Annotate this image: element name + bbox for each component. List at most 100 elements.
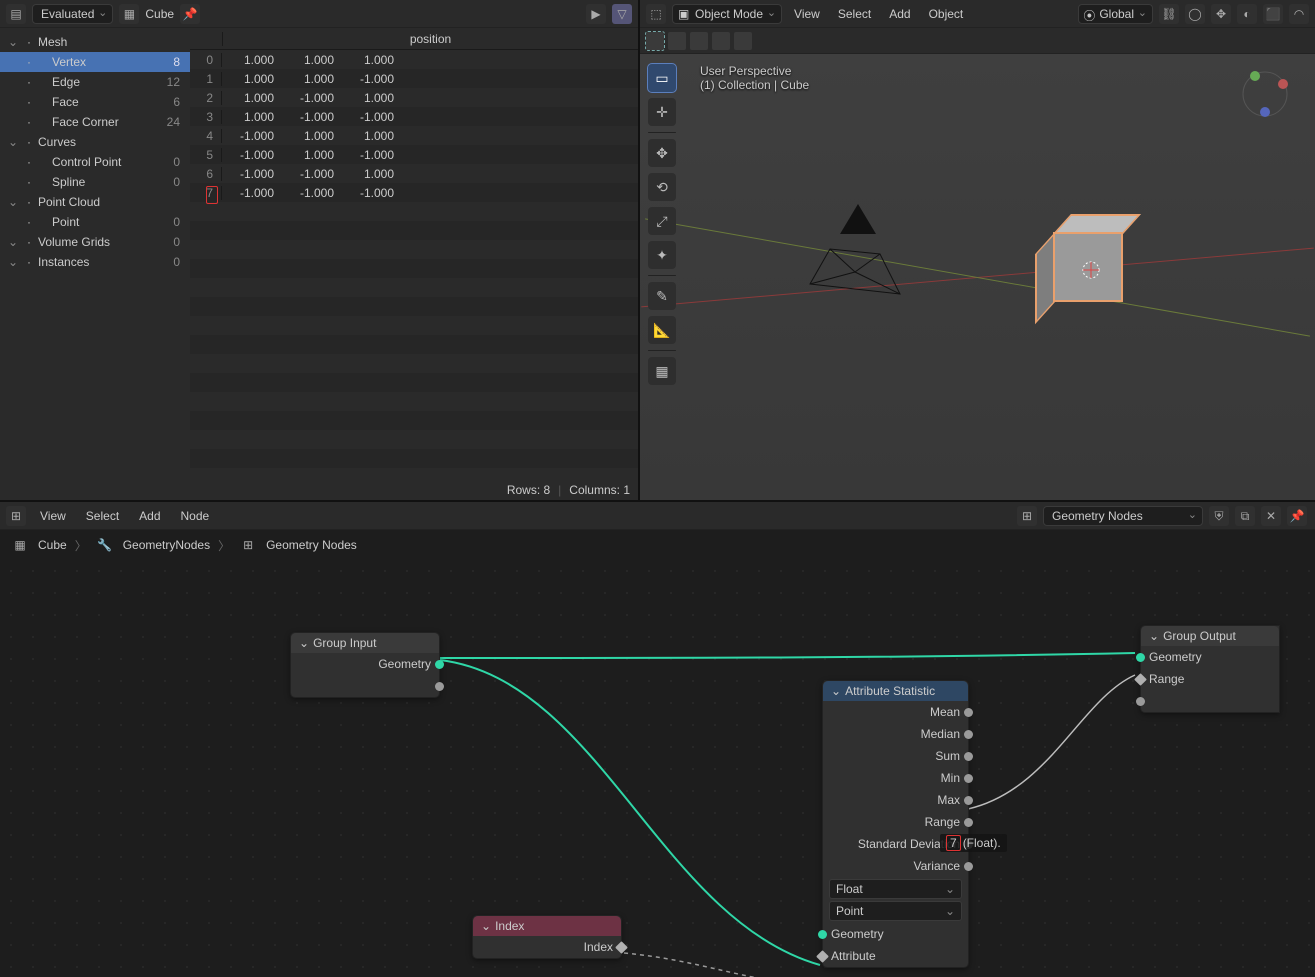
domain-instances[interactable]: ⌄·Instances0 [0,252,190,272]
tool-move[interactable]: ✥ [648,139,676,167]
menu-view[interactable]: View [788,5,826,23]
proportional-icon[interactable]: ◯ [1185,4,1205,24]
socket-row-min: Min [823,767,968,789]
ne-menu-add[interactable]: Add [133,507,166,525]
tool-rotate[interactable]: ⟲ [648,173,676,201]
node-group-output[interactable]: Group Output Geometry Range [1140,625,1280,713]
domain-spline[interactable]: ·Spline0 [0,172,190,192]
domain-mesh[interactable]: ⌄·Mesh [0,32,190,52]
play-icon[interactable]: ▶ [586,4,606,24]
node-title[interactable]: Index [473,916,621,936]
tool-select[interactable]: ▭ [648,64,676,92]
pin-icon[interactable]: 📌 [180,4,200,24]
table-row[interactable]: 01.0001.0001.000 [190,50,638,69]
xray-icon[interactable]: ⬛ [1263,4,1283,24]
socket-geometry-in[interactable] [1136,653,1145,662]
table-row[interactable]: 6-1.000-1.0001.000 [190,164,638,183]
node-title[interactable]: Group Input [291,633,439,653]
table-row[interactable]: 11.0001.000-1.000 [190,69,638,88]
ne-menu-node[interactable]: Node [175,507,216,525]
socket-variance-out[interactable] [964,862,973,871]
pin-icon[interactable]: 📌 [1287,506,1307,526]
editor-type-icon[interactable]: ⊞ [6,506,26,526]
table-row[interactable]: 21.000-1.0001.000 [190,88,638,107]
unlink-icon[interactable]: ✕ [1261,506,1281,526]
table-row[interactable]: 4-1.0001.0001.000 [190,126,638,145]
socket-row-variance: Variance [823,855,968,877]
socket-geometry-in[interactable] [818,930,827,939]
domain-control-point[interactable]: ·Control Point0 [0,152,190,172]
table-row[interactable]: 5-1.0001.000-1.000 [190,145,638,164]
editor-type-icon[interactable]: ▤ [6,4,26,24]
domain-face[interactable]: ·Face6 [0,92,190,112]
menu-select[interactable]: Select [832,5,877,23]
socket-max-out[interactable] [964,796,973,805]
node-index[interactable]: Index Index [472,915,622,959]
filter-icon[interactable]: ▽ [612,4,632,24]
tool-scale[interactable]: ⤢ [648,207,676,235]
breadcrumb-modifier[interactable]: GeometryNodes [123,538,210,552]
menu-add[interactable]: Add [883,5,916,23]
orientation-dropdown[interactable]: ⦿ Global [1078,4,1153,24]
socket-geometry-out[interactable] [435,660,444,669]
domain-point-cloud[interactable]: ⌄·Point Cloud [0,192,190,212]
nodegroup-name[interactable]: Geometry Nodes [1043,506,1203,526]
shield-icon[interactable]: ⛨ [1209,506,1229,526]
node-title[interactable]: Group Output [1141,626,1279,646]
socket-mean-out[interactable] [964,708,973,717]
mode-dropdown[interactable]: ▣ Object Mode [672,4,782,24]
domain-edge[interactable]: ·Edge12 [0,72,190,92]
eval-mode-dropdown[interactable]: Evaluated [32,4,113,24]
node-attribute-statistic[interactable]: Attribute Statistic MeanMedianSumMinMaxR… [822,680,969,968]
field-domain[interactable]: Point [829,901,962,921]
socket-min-out[interactable] [964,774,973,783]
overlay-toggle-icon[interactable]: ◐ [1237,4,1257,24]
select-mode-box[interactable] [646,32,664,50]
duplicate-icon[interactable]: ⧉ [1235,506,1255,526]
socket-virtual-out[interactable] [435,682,444,691]
node-title[interactable]: Attribute Statistic [823,681,968,701]
cube-object[interactable] [1035,214,1125,304]
ne-menu-select[interactable]: Select [80,507,125,525]
3d-viewport[interactable]: ⬚ ▣ Object Mode View Select Add Object ⦿… [640,0,1315,500]
socket-index-out[interactable] [615,941,628,954]
domain-volume-grids[interactable]: ⌄·Volume Grids0 [0,232,190,252]
domain-curves[interactable]: ⌄·Curves [0,132,190,152]
snap-icon[interactable]: ⛓ [1159,4,1179,24]
tool-cursor[interactable]: ✛ [648,98,676,126]
editor-type-icon[interactable]: ⬚ [646,4,666,24]
breadcrumb-group[interactable]: Geometry Nodes [266,538,357,552]
tool-measure[interactable]: 📐 [648,316,676,344]
camera-object[interactable] [800,204,920,294]
gizmo-toggle-icon[interactable]: ✥ [1211,4,1231,24]
socket-range-in[interactable] [1134,673,1147,686]
domain-point[interactable]: ·Point0 [0,212,190,232]
select-mode-invert[interactable] [734,32,752,50]
field-type[interactable]: Float [829,879,962,899]
socket-median-out[interactable] [964,730,973,739]
select-mode-extend[interactable] [668,32,686,50]
node-group-input[interactable]: Group Input Geometry [290,632,440,698]
node-canvas[interactable]: Group Input Geometry Index Index [0,560,1315,977]
menu-object[interactable]: Object [923,5,970,23]
column-header-position[interactable]: position [222,32,638,46]
tool-transform[interactable]: ✦ [648,241,676,269]
nav-gizmo[interactable] [1235,64,1295,124]
nodegroup-icon[interactable]: ⊞ [1017,506,1037,526]
socket-sum-out[interactable] [964,752,973,761]
breadcrumb-cube-icon[interactable]: ▦ [10,535,30,555]
select-mode-intersect[interactable] [712,32,730,50]
select-mode-subtract[interactable] [690,32,708,50]
socket-virtual-in[interactable] [1136,697,1145,706]
table-row[interactable]: 7-1.000-1.000-1.000 [190,183,638,202]
shading-icon[interactable]: ◠ [1289,4,1309,24]
tool-add-cube[interactable]: ▦ [648,357,676,385]
domain-face-corner[interactable]: ·Face Corner24 [0,112,190,132]
tool-annotate[interactable]: ✎ [648,282,676,310]
domain-vertex[interactable]: ·Vertex8 [0,52,190,72]
socket-range-out[interactable] [964,818,973,827]
socket-attribute-in[interactable] [816,950,829,963]
ne-menu-view[interactable]: View [34,507,72,525]
table-row[interactable]: 31.000-1.000-1.000 [190,107,638,126]
breadcrumb-cube[interactable]: Cube [38,538,67,552]
